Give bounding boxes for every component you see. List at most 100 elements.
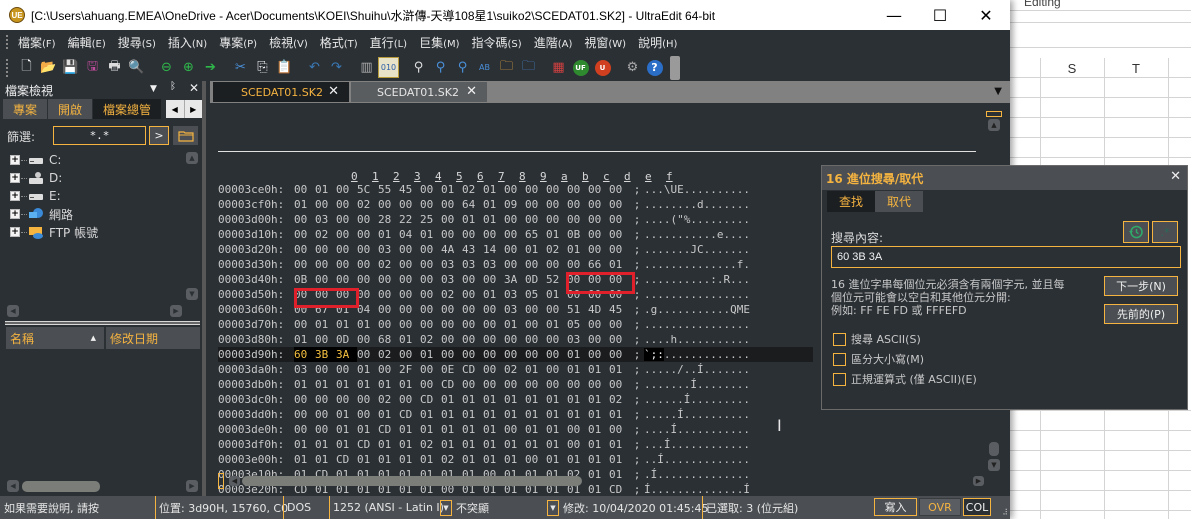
hex-byte[interactable]: CD [420, 392, 441, 407]
hex-byte[interactable]: 02 [315, 227, 336, 242]
hex-byte[interactable]: 00 [420, 182, 441, 197]
hex-byte[interactable]: 00 [315, 407, 336, 422]
hex-byte[interactable]: 00 [525, 347, 546, 362]
hex-byte[interactable]: 01 [336, 437, 357, 452]
hex-byte[interactable]: 01 [336, 422, 357, 437]
hex-byte[interactable]: 00 [357, 242, 378, 257]
hex-byte[interactable]: 00 [378, 197, 399, 212]
hex-byte[interactable]: 01 [483, 437, 504, 452]
hex-byte[interactable]: 28 [378, 212, 399, 227]
hex-byte[interactable]: 00 [483, 227, 504, 242]
hex-byte[interactable]: 01 [294, 197, 315, 212]
hex-byte[interactable]: 01 [546, 407, 567, 422]
hex-byte[interactable]: 00 [336, 362, 357, 377]
redo-button[interactable]: ↷ [326, 57, 347, 78]
hex-row[interactable]: 00003d90h: 60 3B 3A 00 02 00 01 00 00 00 00 00 00 01 00… [218, 347, 813, 362]
hex-byte[interactable]: 01 [525, 422, 546, 437]
hex-byte[interactable]: 00 [504, 332, 525, 347]
column-mode-toggle[interactable]: COL [963, 498, 991, 516]
hex-byte[interactable]: 00 [441, 317, 462, 332]
filter-apply-button[interactable]: > [149, 126, 169, 145]
hex-byte[interactable]: 01 [462, 437, 483, 452]
hex-byte[interactable]: 01 [609, 437, 630, 452]
row-ascii[interactable]: ....h........... [644, 332, 750, 347]
hex-byte[interactable]: 00 [420, 257, 441, 272]
tree-scroll-up-icon[interactable]: ▲ [186, 152, 198, 164]
replace-button[interactable]: AB [474, 57, 495, 78]
hex-byte[interactable]: 01 [546, 422, 567, 437]
hex-byte[interactable]: 00 [399, 317, 420, 332]
hex-byte[interactable]: 00 [336, 227, 357, 242]
excel-column-header-s[interactable]: S [1040, 58, 1104, 78]
hex-byte[interactable]: 00 [315, 257, 336, 272]
menu-item[interactable]: 編輯(E) [68, 34, 106, 51]
hex-byte[interactable]: 00 [420, 242, 441, 257]
menu-item[interactable]: 格式(T) [320, 34, 358, 51]
hex-byte[interactable]: 01 [441, 407, 462, 422]
hex-byte[interactable]: 00 [504, 182, 525, 197]
status-highlight[interactable]: 不突顯 [456, 500, 489, 516]
hex-byte[interactable]: 01 [378, 227, 399, 242]
hex-byte[interactable]: 00 [525, 377, 546, 392]
hex-byte[interactable]: 01 [399, 377, 420, 392]
hex-byte[interactable]: 52 [546, 272, 567, 287]
find-button[interactable]: ⚲ [408, 57, 429, 78]
hex-byte[interactable]: 00 [609, 227, 630, 242]
ultrafinder-button[interactable]: UF [570, 57, 591, 78]
hex-byte[interactable]: 00 [546, 257, 567, 272]
hex-row[interactable]: 00003d40h: 0B 00 00 00 00 00 00 03 00 00 3A 0D 52 00 00… [218, 272, 813, 287]
hex-byte[interactable]: 00 [441, 197, 462, 212]
row-ascii[interactable]: ........d....... [644, 197, 750, 212]
row-ascii[interactable]: .......JC....... [644, 242, 750, 257]
hex-byte[interactable]: 00 [504, 257, 525, 272]
hex-byte[interactable]: 09 [504, 197, 525, 212]
hex-byte[interactable]: 01 [525, 242, 546, 257]
hex-byte[interactable]: 00 [609, 347, 630, 362]
hex-byte[interactable]: 00 [441, 212, 462, 227]
hex-byte[interactable]: 00 [420, 362, 441, 377]
hex-row[interactable]: 00003d70h: 00 01 01 01 00 00 00 00 00 00 01 00 01 05 00… [218, 317, 813, 332]
vscroll-down-icon[interactable]: ▼ [988, 459, 1000, 471]
print-preview-button[interactable]: 🔍 [126, 57, 147, 78]
hex-byte[interactable]: 01 [483, 407, 504, 422]
hex-byte[interactable]: 01 [546, 317, 567, 332]
hex-byte[interactable]: CD [399, 407, 420, 422]
hex-byte[interactable]: 01 [294, 377, 315, 392]
hex-byte[interactable]: 02 [441, 287, 462, 302]
tree-item[interactable]: + C: [10, 151, 98, 169]
tree-scroll-right-icon[interactable]: ▶ [170, 305, 182, 317]
write-mode-button[interactable]: 寫入 [874, 498, 917, 516]
row-ascii[interactable]: ..............f. [644, 257, 750, 272]
help-button[interactable]: ? [644, 57, 665, 78]
hex-byte[interactable]: 00 [483, 347, 504, 362]
hex-byte[interactable]: 00 [504, 242, 525, 257]
status-position[interactable]: 位置: 3d90H, 15760, C0 [155, 496, 288, 519]
hex-byte[interactable]: CD [378, 422, 399, 437]
hex-byte[interactable]: 02 [504, 362, 525, 377]
browse-folder-button[interactable] [173, 126, 198, 145]
hex-byte[interactable]: 03 [462, 257, 483, 272]
hex-byte[interactable]: 00 [294, 392, 315, 407]
hex-byte[interactable]: 00 [294, 257, 315, 272]
hex-byte[interactable]: 01 [546, 452, 567, 467]
hex-byte[interactable]: 00 [336, 257, 357, 272]
row-ascii[interactable]: ...../..Í....... [644, 362, 750, 377]
hex-byte[interactable]: 4A [441, 242, 462, 257]
hex-byte[interactable]: 00 [609, 182, 630, 197]
hex-byte[interactable]: 00 [546, 362, 567, 377]
hex-byte[interactable]: 00 [357, 257, 378, 272]
hex-byte[interactable]: 01 [441, 437, 462, 452]
ultraedit-logo-icon[interactable]: UE [9, 7, 25, 23]
hex-byte[interactable]: 01 [462, 407, 483, 422]
hex-byte[interactable]: 00 [420, 287, 441, 302]
hex-byte[interactable]: 00 [483, 272, 504, 287]
checkbox-box[interactable] [833, 372, 846, 386]
menu-item[interactable]: 視窗(W) [584, 34, 626, 51]
hex-byte[interactable]: 3A [504, 272, 525, 287]
hex-byte[interactable]: 01 [588, 437, 609, 452]
hex-byte[interactable]: 00 [546, 302, 567, 317]
hex-byte[interactable]: 00 [588, 182, 609, 197]
hex-byte[interactable]: 00 [357, 392, 378, 407]
tree-item[interactable]: + 網路 [10, 205, 98, 223]
hex-byte[interactable]: 00 [294, 422, 315, 437]
